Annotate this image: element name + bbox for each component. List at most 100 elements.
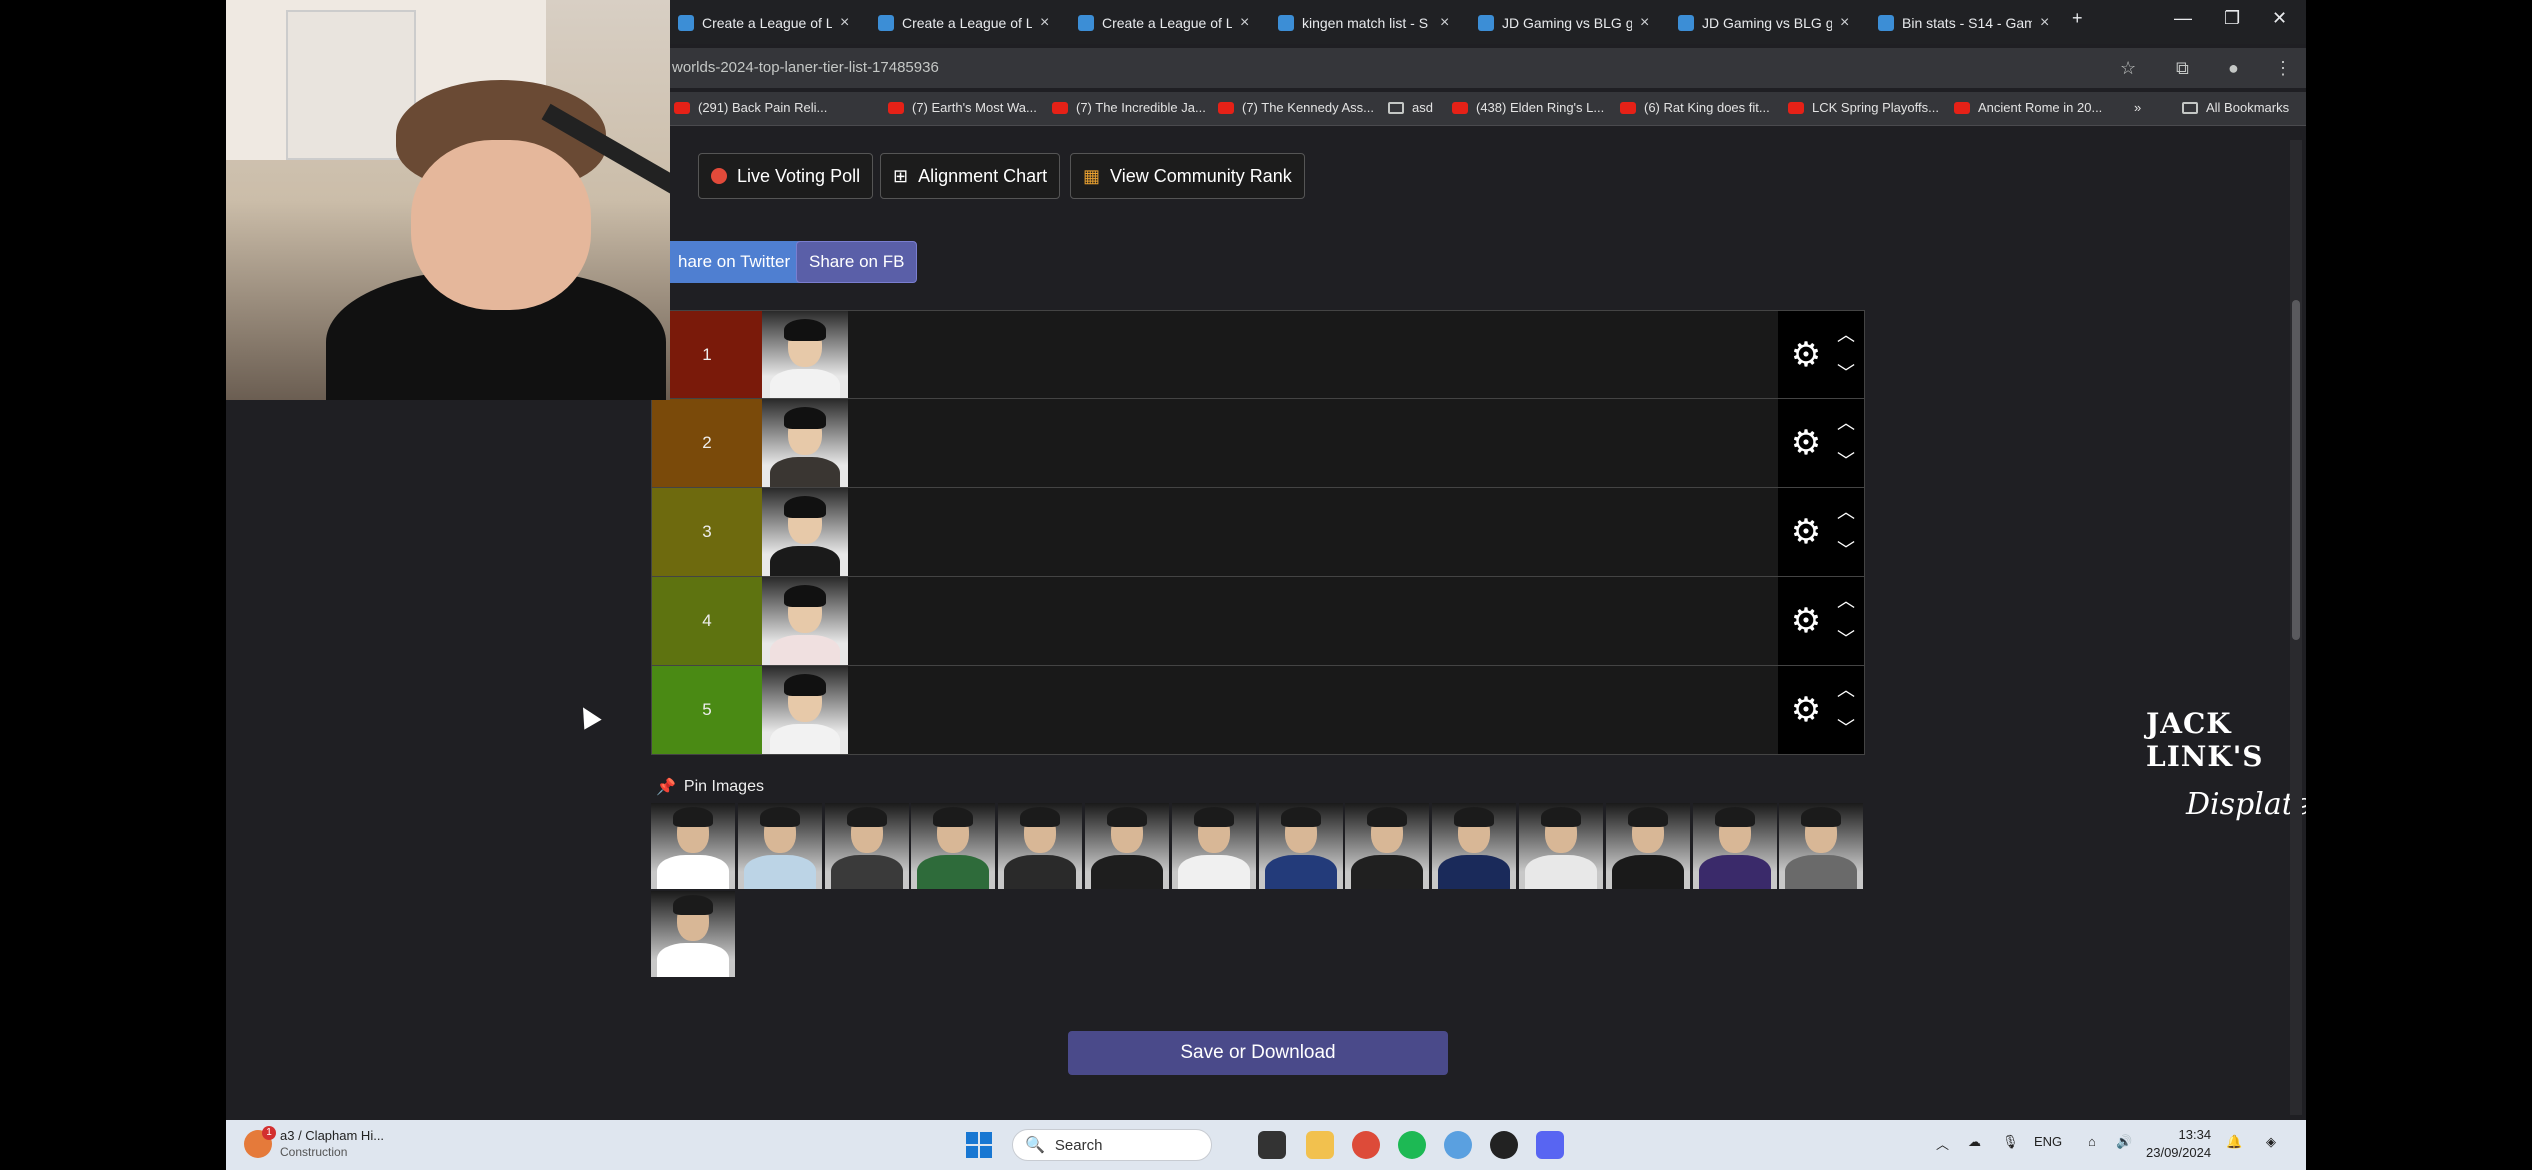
new-tab-icon[interactable]: + — [2072, 8, 2083, 29]
all-bookmarks[interactable]: All Bookmarks — [2182, 100, 2289, 115]
minimize-icon[interactable]: — — [2174, 8, 2192, 29]
windows-start-icon[interactable] — [966, 1132, 994, 1160]
gear-icon[interactable]: ⚙ — [1788, 603, 1824, 639]
chrome-icon[interactable] — [1352, 1131, 1380, 1159]
pin-image[interactable] — [737, 803, 822, 889]
scrollbar[interactable] — [2290, 140, 2302, 1115]
chevron-up-icon[interactable]: ︿ — [1834, 498, 1858, 522]
tray-overflow-icon[interactable]: ︿ — [1936, 1134, 1949, 1153]
pin-image[interactable] — [651, 803, 735, 889]
player-card[interactable] — [762, 311, 848, 398]
chevron-down-icon[interactable]: ﹀ — [1834, 359, 1858, 383]
player-card[interactable] — [762, 399, 848, 487]
task-view-icon[interactable] — [1258, 1131, 1286, 1159]
scrollbar-thumb[interactable] — [2292, 300, 2300, 640]
chevron-up-icon[interactable]: ︿ — [1834, 409, 1858, 433]
chevron-down-icon[interactable]: ﹀ — [1834, 536, 1858, 560]
tier-label[interactable]: 2 — [652, 399, 762, 487]
bookmark-item[interactable]: (438) Elden Ring's L... — [1452, 100, 1604, 115]
mic-icon[interactable]: 🎙 — [2002, 1134, 2019, 1150]
pin-image[interactable] — [1605, 803, 1690, 889]
weather-widget[interactable]: 1 a3 / Clapham Hi... Construction — [244, 1126, 384, 1160]
copilot-icon[interactable]: ◈ — [2266, 1134, 2276, 1150]
share-fb-button[interactable]: Share on FB — [796, 241, 918, 283]
tier-label[interactable]: 5 — [652, 666, 762, 754]
close-window-icon[interactable]: ✕ — [2272, 8, 2287, 29]
restore-icon[interactable]: ❐ — [2224, 8, 2240, 29]
star-icon[interactable]: ☆ — [2120, 58, 2136, 79]
chevron-up-icon[interactable]: ︿ — [1834, 587, 1858, 611]
player-card[interactable] — [762, 488, 848, 576]
bookmark-item[interactable]: (6) Rat King does fit... — [1620, 100, 1770, 115]
bookmarks-overflow-icon[interactable]: » — [2134, 100, 2141, 115]
chevron-down-icon[interactable]: ﹀ — [1834, 714, 1858, 738]
live-voting-poll-button[interactable]: Live Voting Poll — [698, 153, 874, 199]
tab[interactable]: Create a League of Le × — [1066, 8, 1249, 38]
gear-icon[interactable]: ⚙ — [1788, 337, 1824, 373]
pin-image[interactable] — [1432, 803, 1517, 889]
pin-image[interactable] — [1258, 803, 1343, 889]
gear-icon[interactable]: ⚙ — [1788, 692, 1824, 728]
bookmark-folder[interactable]: asd — [1388, 100, 1433, 115]
gear-icon[interactable]: ⚙ — [1788, 425, 1824, 461]
chevron-down-icon[interactable]: ﹀ — [1834, 625, 1858, 649]
wifi-icon[interactable]: ⌂ — [2088, 1134, 2096, 1149]
tab[interactable]: Create a League of Le × — [666, 8, 849, 38]
clock[interactable]: 13:34 23/09/2024 — [2146, 1126, 2211, 1162]
menu-icon[interactable]: ⋮ — [2274, 58, 2292, 79]
save-download-button[interactable]: Save or Download — [1068, 1031, 1448, 1075]
spotify-icon[interactable] — [1398, 1131, 1426, 1159]
taskbar-search[interactable]: 🔍 Search — [1012, 1129, 1212, 1161]
view-community-rank-button[interactable]: ▦ View Community Rank — [1070, 153, 1305, 199]
chevron-down-icon[interactable]: ﹀ — [1834, 447, 1858, 471]
gear-icon[interactable]: ⚙ — [1788, 514, 1824, 550]
pin-image[interactable] — [1779, 803, 1864, 889]
extensions-icon[interactable]: ⧉ — [2176, 58, 2189, 79]
bookmark-item[interactable]: (7) Earth's Most Wa... — [888, 100, 1037, 115]
bookmark-item[interactable]: (291) Back Pain Reli... — [674, 100, 827, 115]
chrome-alt-icon[interactable] — [1444, 1131, 1472, 1159]
bookmark-item[interactable]: Ancient Rome in 20... — [1954, 100, 2102, 115]
pin-image[interactable] — [651, 891, 735, 977]
bookmark-item[interactable]: (7) The Incredible Ja... — [1052, 100, 1206, 115]
tier-label[interactable]: 4 — [652, 577, 762, 665]
tab[interactable]: JD Gaming vs BLG ga × — [1466, 8, 1649, 38]
pin-image[interactable] — [1085, 803, 1169, 889]
close-icon[interactable]: × — [1640, 14, 1649, 32]
pin-image[interactable] — [1345, 803, 1430, 889]
youtube-icon — [1788, 101, 1804, 114]
alignment-chart-button[interactable]: ⊞ Alignment Chart — [880, 153, 1061, 199]
language-indicator[interactable]: ENG — [2034, 1134, 2062, 1149]
url-text[interactable]: worlds-2024-top-laner-tier-list-17485936 — [672, 59, 939, 76]
close-icon[interactable]: × — [1440, 14, 1449, 32]
close-icon[interactable]: × — [1240, 14, 1249, 32]
close-icon[interactable]: × — [1840, 14, 1849, 32]
player-card[interactable] — [762, 577, 848, 665]
tab[interactable]: Bin stats - S14 - Gam × — [1866, 8, 2049, 38]
pin-image[interactable] — [1171, 803, 1256, 889]
bookmark-item[interactable]: (7) The Kennedy Ass... — [1218, 100, 1374, 115]
bookmark-item[interactable]: LCK Spring Playoffs... — [1788, 100, 1939, 115]
app-icon[interactable] — [1490, 1131, 1518, 1159]
file-explorer-icon[interactable] — [1306, 1131, 1334, 1159]
tier-label[interactable]: 3 — [652, 488, 762, 576]
network-icon[interactable]: ☁ — [1968, 1134, 1981, 1150]
tab[interactable]: Create a League of Le × — [866, 8, 1049, 38]
pin-image[interactable] — [824, 803, 909, 889]
pin-image[interactable] — [1692, 803, 1777, 889]
pin-image[interactable] — [998, 803, 1083, 889]
chevron-up-icon[interactable]: ︿ — [1834, 676, 1858, 700]
discord-icon[interactable] — [1536, 1131, 1564, 1159]
volume-icon[interactable]: 🔊 — [2116, 1134, 2132, 1150]
tab[interactable]: JD Gaming vs BLG ga × — [1666, 8, 1849, 38]
notifications-icon[interactable]: 🔔 — [2226, 1134, 2242, 1150]
profile-icon[interactable]: ● — [2228, 58, 2239, 79]
pin-image[interactable] — [1519, 803, 1603, 889]
chevron-up-icon[interactable]: ︿ — [1834, 321, 1858, 345]
player-card[interactable] — [762, 666, 848, 754]
tab[interactable]: kingen match list - S × — [1266, 8, 1449, 38]
close-icon[interactable]: × — [2040, 14, 2049, 32]
close-icon[interactable]: × — [1040, 14, 1049, 32]
close-icon[interactable]: × — [840, 14, 849, 32]
pin-image[interactable] — [911, 803, 996, 889]
